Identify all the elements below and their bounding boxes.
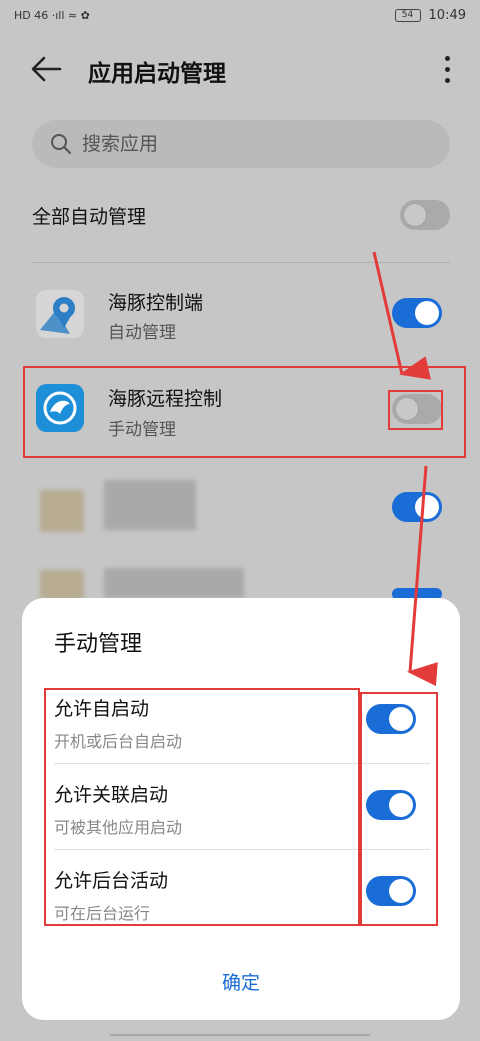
home-indicator [110, 1034, 370, 1036]
annotation-arrows [372, 251, 438, 687]
annotation-arrow [372, 251, 432, 380]
annotation-arrow [407, 465, 438, 687]
